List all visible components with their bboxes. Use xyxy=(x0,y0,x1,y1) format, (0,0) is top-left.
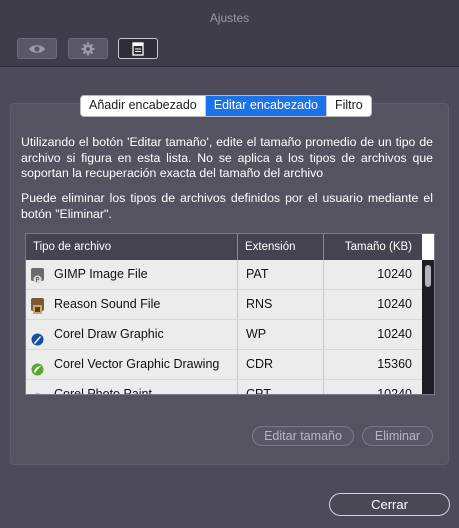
title-bar: Ajustes xyxy=(0,0,459,67)
tab-edit-header[interactable]: Editar encabezado xyxy=(205,96,327,116)
column-header-size[interactable]: Tamaño (KB) xyxy=(324,234,423,260)
edit-size-button[interactable]: Editar tamaño xyxy=(252,426,354,446)
corel-paint-icon xyxy=(31,388,44,394)
toolbar-document-button[interactable] xyxy=(118,38,158,59)
table-row[interactable]: Corel Draw Graphic WP 10240 xyxy=(26,320,423,350)
description-paragraph-2: Puede eliminar los tipos de archivos def… xyxy=(21,191,433,221)
gimp-icon: P xyxy=(31,268,44,284)
window-title: Ajustes xyxy=(209,11,250,25)
file-extension: CDR xyxy=(238,350,324,379)
table-row[interactable]: Reason Sound File RNS 10240 xyxy=(26,290,423,320)
reason-icon xyxy=(31,298,44,314)
file-size: 15360 xyxy=(324,350,423,379)
table-row[interactable]: P GIMP Image File PAT 10240 xyxy=(26,260,423,290)
file-extension: WP xyxy=(238,320,324,349)
coreldraw-icon xyxy=(31,328,44,346)
document-icon xyxy=(132,41,144,56)
scrollbar-thumb[interactable] xyxy=(425,265,431,287)
eye-icon xyxy=(29,44,45,53)
table-scrollbar[interactable] xyxy=(422,260,434,394)
table-row[interactable]: Corel Photo Paint CPT 10240 xyxy=(26,380,423,395)
file-type-name: GIMP Image File xyxy=(54,267,148,281)
file-type-name: Corel Vector Graphic Drawing xyxy=(54,357,220,371)
file-types-table: Tipo de archivo Extensión Tamaño (KB) P … xyxy=(25,233,435,395)
file-size: 10240 xyxy=(324,290,423,319)
delete-button[interactable]: Eliminar xyxy=(362,426,433,446)
file-extension: PAT xyxy=(238,260,324,289)
svg-text:P: P xyxy=(35,276,39,284)
header-corner xyxy=(422,234,434,260)
file-type-name: Reason Sound File xyxy=(54,297,161,311)
file-type-name: Corel Photo Paint xyxy=(54,387,152,395)
file-size: 10240 xyxy=(324,320,423,349)
tab-add-header[interactable]: Añadir encabezado xyxy=(81,96,206,116)
tab-segmented-control: Añadir encabezado Editar encabezado Filt… xyxy=(80,95,372,117)
gear-icon xyxy=(81,42,95,55)
close-button[interactable]: Cerrar xyxy=(329,493,450,516)
file-type-name: Corel Draw Graphic xyxy=(54,327,164,341)
table-header: Tipo de archivo Extensión Tamaño (KB) xyxy=(26,234,423,260)
column-header-extension[interactable]: Extensión xyxy=(238,234,324,260)
description-paragraph-1: Utilizando el botón 'Editar tamaño', edi… xyxy=(21,135,433,180)
column-header-type[interactable]: Tipo de archivo xyxy=(26,234,238,260)
toolbar-view-button[interactable] xyxy=(17,38,57,59)
table-row[interactable]: Corel Vector Graphic Drawing CDR 15360 xyxy=(26,350,423,380)
toolbar-settings-button[interactable] xyxy=(68,38,108,59)
corel-vector-icon xyxy=(31,358,44,376)
file-size: 10240 xyxy=(324,260,423,289)
file-extension: CPT xyxy=(238,380,324,394)
tab-filter[interactable]: Filtro xyxy=(327,96,371,116)
file-size: 10240 xyxy=(324,380,423,394)
file-extension: RNS xyxy=(238,290,324,319)
